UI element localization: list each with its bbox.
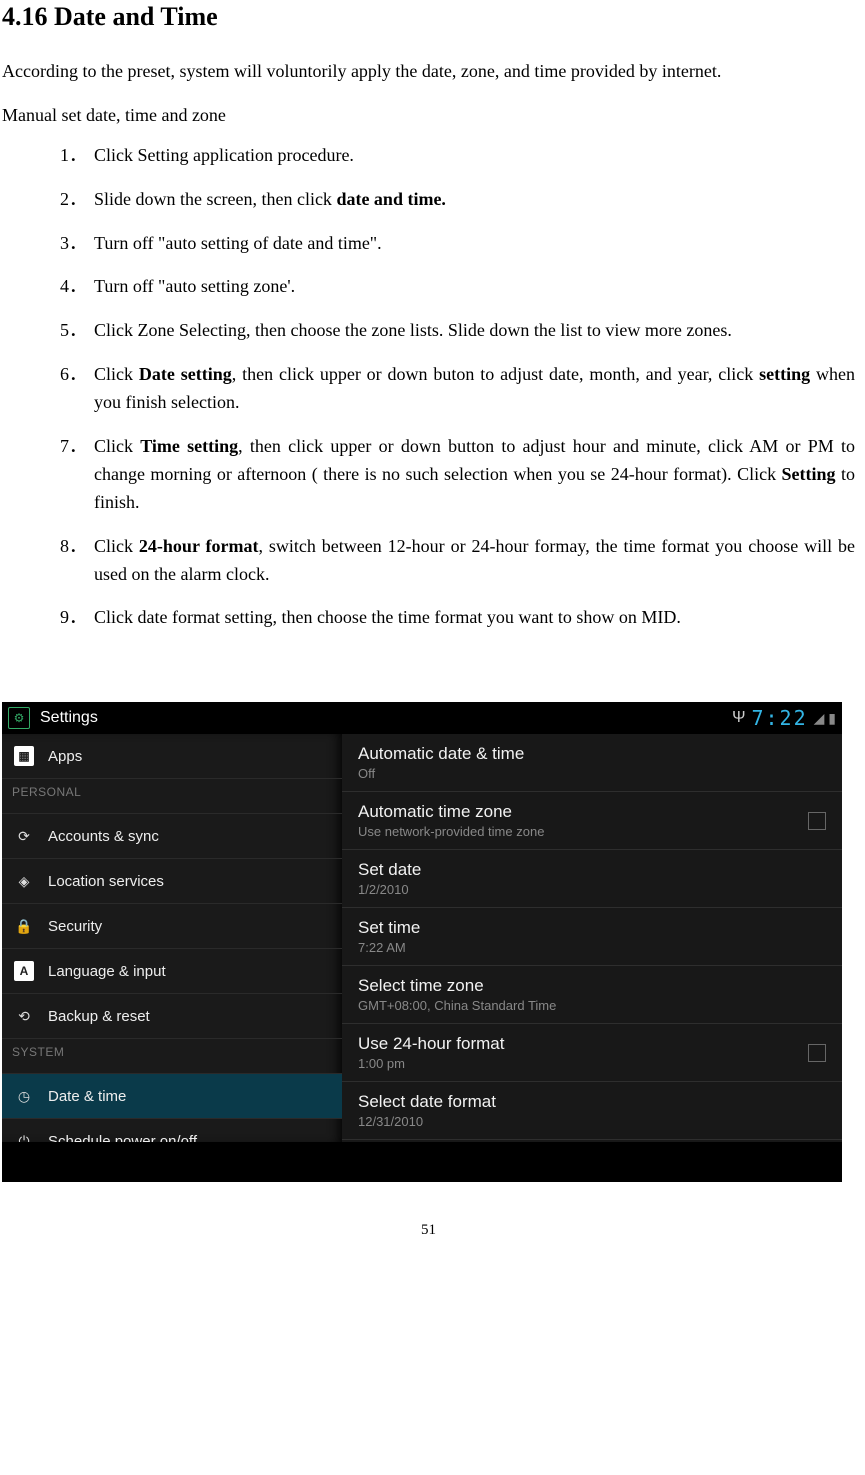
intro-paragraph: According to the preset, system will vol… — [2, 58, 855, 86]
nav-backup-reset[interactable]: ⟲ Backup & reset — [2, 994, 342, 1039]
step-1: 1．Click Setting application procedure. — [2, 142, 855, 170]
page-number: 51 — [2, 1222, 855, 1239]
step-9: 9．Click date format setting, then choose… — [2, 604, 855, 632]
power-icon: ⏻ — [14, 1131, 34, 1142]
step-5: 5．Click Zone Selecting, then choose the … — [2, 317, 855, 345]
row-auto-time-zone[interactable]: Automatic time zone Use network-provided… — [342, 792, 842, 850]
status-bar: ⚙ Settings Ψ 7:22 ◢ ▮ — [2, 702, 842, 734]
nav-header-personal: PERSONAL — [2, 779, 342, 814]
nav-apps[interactable]: ▦ Apps — [2, 734, 342, 779]
row-use-24h-format[interactable]: Use 24-hour format 1:00 pm — [342, 1024, 842, 1082]
embedded-screenshot: ⚙ Settings Ψ 7:22 ◢ ▮ ▦ Apps PERSONAL ⟳ … — [2, 702, 842, 1182]
section-heading: 4.16 Date and Time — [2, 2, 855, 32]
settings-nav-pane: ▦ Apps PERSONAL ⟳ Accounts & sync ◈ Loca… — [2, 734, 342, 1142]
row-auto-date-time[interactable]: Automatic date & time Off — [342, 734, 842, 792]
step-2: 2．Slide down the screen, then click date… — [2, 186, 855, 214]
statusbar-title: Settings — [40, 709, 98, 727]
language-icon: A — [14, 961, 34, 981]
steps-list: 1．Click Setting application procedure. 2… — [2, 142, 855, 633]
nav-accounts-sync[interactable]: ⟳ Accounts & sync — [2, 814, 342, 859]
settings-detail-pane: Automatic date & time Off Automatic time… — [342, 734, 842, 1142]
clock-icon: ◷ — [14, 1086, 34, 1106]
row-select-date-format[interactable]: Select date format 12/31/2010 — [342, 1082, 842, 1140]
use-24h-checkbox[interactable] — [808, 1044, 826, 1062]
apps-icon: ▦ — [14, 746, 34, 766]
location-icon: ◈ — [14, 871, 34, 891]
signal-icons: ◢ ▮ — [814, 710, 836, 727]
step-8: 8．Click 24-hour format, switch between 1… — [2, 533, 855, 589]
nav-language-input[interactable]: A Language & input — [2, 949, 342, 994]
nav-schedule-power[interactable]: ⏻ Schedule power on/off — [2, 1119, 342, 1142]
nav-header-system: SYSTEM — [2, 1039, 342, 1074]
usb-icon: Ψ — [732, 709, 745, 727]
sync-icon: ⟳ — [14, 826, 34, 846]
lock-icon: 🔒 — [14, 916, 34, 936]
step-4: 4．Turn off "auto setting zone'. — [2, 273, 855, 301]
step-6: 6．Click Date setting, then click upper o… — [2, 361, 855, 417]
android-nav-bar — [2, 1142, 842, 1182]
nav-security[interactable]: 🔒 Security — [2, 904, 342, 949]
nav-location-services[interactable]: ◈ Location services — [2, 859, 342, 904]
row-select-time-zone[interactable]: Select time zone GMT+08:00, China Standa… — [342, 966, 842, 1024]
auto-time-zone-checkbox[interactable] — [808, 812, 826, 830]
row-set-date[interactable]: Set date 1/2/2010 — [342, 850, 842, 908]
step-3: 3．Turn off "auto setting of date and tim… — [2, 230, 855, 258]
step-7: 7．Click Time setting, then click upper o… — [2, 433, 855, 517]
status-clock: 7:22 — [751, 706, 807, 730]
subheading: Manual set date, time and zone — [2, 102, 855, 130]
settings-app-icon: ⚙ — [8, 707, 30, 729]
nav-date-time[interactable]: ◷ Date & time — [2, 1074, 342, 1119]
row-set-time[interactable]: Set time 7:22 AM — [342, 908, 842, 966]
backup-icon: ⟲ — [14, 1006, 34, 1026]
